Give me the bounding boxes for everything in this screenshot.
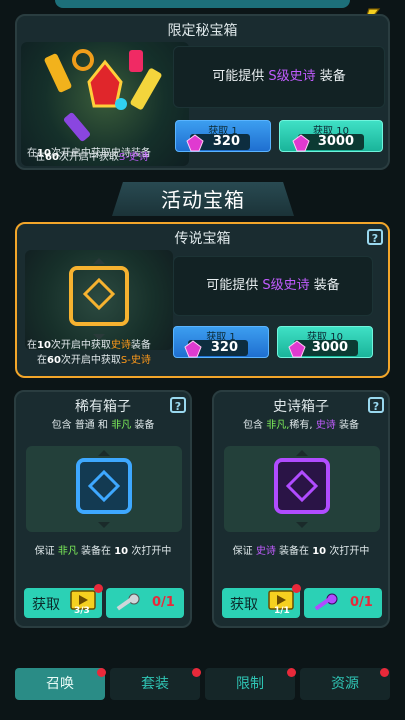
tab-limited[interactable]: 限制 [205,668,296,700]
gem-icon [288,340,306,358]
limited-chest-description: 可能提供 S级史诗 装备 [173,46,385,108]
rare-key-button[interactable]: 0/1 [106,588,184,618]
limited-buy-10-button[interactable]: 获取 10 3000 [279,120,383,152]
epic-box-panel: 史诗箱子 ? 包含 非凡,稀有, 史诗 装备 保证 史诗 装备在 10 次打开中… [212,390,390,628]
rare-box-art [26,446,182,532]
legendary-buy-1-button[interactable]: 获取 1 320 [173,326,269,358]
silver-key-icon [116,593,140,611]
limited-chest-note-2: 在60次开启中获取S-史诗 [35,152,149,163]
tab-limited-label: 限制 [236,676,264,692]
epic-ad-count: 1/1 [274,606,290,616]
legendary-chest-description: 可能提供 S级史诗 装备 [173,256,373,316]
tab-sets-label: 套装 [141,676,169,692]
epic-chest-icon [274,450,330,528]
rare-get-label: 获取 [32,597,60,613]
rare-key-count: 0/1 [152,595,175,610]
rare-chest-icon [76,450,132,528]
tab-sets-notification-dot [192,668,201,677]
tab-resources-label: 资源 [331,676,359,692]
tab-summon[interactable]: 召唤 [15,668,106,700]
rare-ad-notification-dot [94,584,103,593]
rare-get-button[interactable]: 获取 3/3 [24,584,103,618]
limited-chest-title: 限定秘宝箱 [167,23,238,39]
tab-summon-label: 召唤 [46,676,74,692]
gem-icon [292,134,310,152]
epic-box-art [224,446,380,532]
epic-help-button[interactable]: ? [368,397,384,413]
tab-resources-notification-dot [380,668,389,677]
legendary-chest-art [25,250,173,350]
limited-buy-1-button[interactable]: 获取 1 320 [175,120,271,152]
tab-sets[interactable]: 套装 [110,668,201,700]
gem-icon [184,340,202,358]
legendary-chest-icon [69,258,129,340]
legendary-chest-note-2: 在60次开启中获取S-史诗 [37,355,151,366]
section-title: 活动宝箱 [161,188,245,212]
rare-box-title: 稀有箱子 [75,399,131,415]
gem-icon [186,134,204,152]
rare-box-guarantee: 保证 非凡 装备在 10 次打开中 [34,546,172,557]
tab-summon-notification-dot [97,668,106,677]
epic-key-count: 0/1 [350,595,373,610]
rare-box-contents: 包含 普通 和 非凡 装备 [51,420,155,431]
limited-chest-panel: 限定秘宝箱 在10次开启中获取史诗装备 在60次开启中获取S-史诗 可能提供 S… [15,14,390,170]
legendary-help-button[interactable]: ? [367,229,383,245]
tab-limited-notification-dot [287,668,296,677]
legendary-chest-note-1: 在10次开启中获取史诗装备 [27,340,151,351]
epic-key-button[interactable]: 0/1 [304,588,382,618]
rare-help-button[interactable]: ? [170,397,186,413]
epic-box-title: 史诗箱子 [273,399,329,415]
epic-box-contents: 包含 非凡,稀有, 史诗 装备 [243,420,359,431]
legendary-buy-10-button[interactable]: 获取 10 3000 [277,326,373,358]
rare-box-panel: 稀有箱子 ? 包含 普通 和 非凡 装备 保证 非凡 装备在 10 次打开中 获… [14,390,192,628]
epic-get-button[interactable]: 获取 1/1 [222,584,301,618]
epic-box-guarantee: 保证 史诗 装备在 10 次打开中 [232,546,370,557]
epic-ad-notification-dot [292,584,301,593]
legendary-chest-title: 传说宝箱 [174,231,231,247]
tab-resources[interactable]: 资源 [300,668,390,700]
top-strip [55,0,350,8]
rare-ad-count: 3/3 [74,606,90,616]
legendary-chest-panel: 传说宝箱 ? 在10次开启中获取史诗装备 在60次开启中获取S-史诗 可能提供 … [15,222,390,378]
epic-get-label: 获取 [230,597,258,613]
purple-key-icon [314,593,338,611]
